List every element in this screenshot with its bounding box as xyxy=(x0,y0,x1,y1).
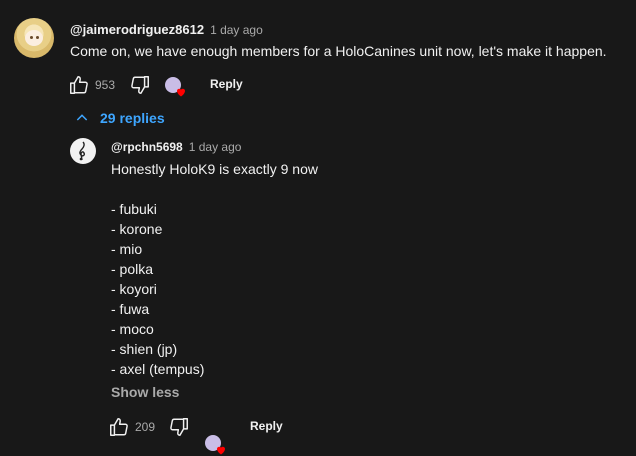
heart-icon xyxy=(177,88,185,97)
show-less-button[interactable]: Show less xyxy=(111,384,179,400)
reply-author[interactable]: @rpchn5698 xyxy=(111,140,183,154)
reply-list: - fubuki - korone - mio - polka - koyori… xyxy=(111,199,204,379)
treble-clef-icon xyxy=(79,141,85,161)
reply-button[interactable]: Reply xyxy=(210,77,243,91)
reply-reply-button[interactable]: Reply xyxy=(250,419,283,433)
list-item: - korone xyxy=(111,221,163,237)
replies-toggle[interactable]: 29 replies xyxy=(74,110,165,126)
reply-time[interactable]: 1 day ago xyxy=(189,140,242,154)
reply-text: Honestly HoloK9 is exactly 9 now xyxy=(111,161,318,177)
comment-header: @jaimerodriguez8612 1 day ago xyxy=(70,22,263,37)
thumbs-down-icon xyxy=(170,418,188,436)
reply-header: @rpchn5698 1 day ago xyxy=(111,140,241,154)
avatar-face xyxy=(25,30,43,46)
heart-icon xyxy=(217,446,225,455)
like-button[interactable] xyxy=(68,74,90,96)
avatar-eye xyxy=(36,36,39,39)
comment-time[interactable]: 1 day ago xyxy=(210,23,263,37)
list-item: - axel (tempus) xyxy=(111,361,205,377)
avatar-eye xyxy=(30,36,33,39)
list-item: - polka xyxy=(111,261,154,277)
author-avatar[interactable] xyxy=(14,18,54,58)
list-item: - fubuki xyxy=(111,201,157,217)
list-item: - fuwa xyxy=(111,301,150,317)
list-item: - shien (jp) xyxy=(111,341,178,357)
reply-like-count: 209 xyxy=(135,420,156,434)
chevron-up-icon xyxy=(76,114,88,121)
creator-heart-badge xyxy=(205,435,225,455)
like-count: 953 xyxy=(95,78,116,92)
comment-author[interactable]: @jaimerodriguez8612 xyxy=(70,22,204,37)
list-item: - moco xyxy=(111,321,154,337)
reply-author-avatar[interactable] xyxy=(70,138,96,164)
dislike-button[interactable] xyxy=(129,74,151,96)
creator-heart-badge xyxy=(165,77,185,97)
thumbs-up-icon xyxy=(110,418,128,436)
reply-like-button[interactable] xyxy=(108,416,130,438)
list-item: - koyori xyxy=(111,281,157,297)
replies-count: 29 replies xyxy=(100,110,165,126)
thumbs-down-icon xyxy=(131,76,149,94)
comment-text: Come on, we have enough members for a Ho… xyxy=(70,43,607,59)
list-item: - mio xyxy=(111,241,143,257)
thumbs-up-icon xyxy=(70,76,88,94)
reply-dislike-button[interactable] xyxy=(168,416,190,438)
